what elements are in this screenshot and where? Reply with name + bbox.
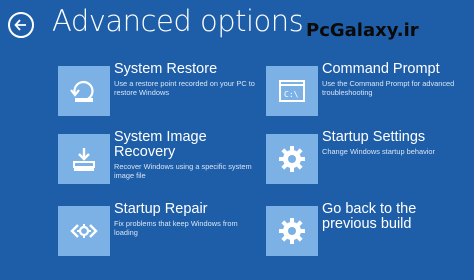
gear-icon [266, 134, 318, 184]
tile-description: Recover Windows using a specific system … [114, 162, 252, 180]
tile-description: Use a restore point recorded on your PC … [114, 79, 255, 97]
tile-system-restore[interactable]: System Restore Use a restore point recor… [58, 62, 262, 116]
tile-command-prompt[interactable]: C:\ Command Prompt Use the Command Promp… [266, 62, 470, 116]
tile-title: System Image Recovery [114, 129, 207, 160]
tile-system-image-recovery[interactable]: System Image Recovery Recover Windows us… [58, 130, 262, 184]
back-button[interactable] [8, 12, 34, 38]
tile-startup-repair[interactable]: Startup Repair Fix problems that keep Wi… [58, 202, 262, 256]
gear-icon [266, 206, 318, 256]
tile-title: System Restore [114, 61, 218, 77]
back-arrow-icon [14, 19, 26, 31]
svg-text:C:\: C:\ [284, 90, 299, 99]
tile-title: Startup Repair [114, 201, 208, 217]
tile-description: Fix problems that keep Windows from load… [114, 219, 238, 237]
tile-description: Use the Command Prompt for advanced trou… [322, 79, 455, 97]
system-image-recovery-icon [58, 134, 110, 184]
page-title: Advanced options [52, 4, 304, 38]
tile-title: Go back to the previous build [322, 201, 417, 232]
tile-title: Command Prompt [322, 61, 440, 77]
tile-title: Startup Settings [322, 129, 426, 145]
command-prompt-icon: C:\ [266, 66, 318, 116]
tile-go-back-previous-build[interactable]: Go back to the previous build [266, 202, 470, 256]
header: Advanced options PcGalaxy.ir [0, 0, 474, 56]
tile-description: Change Windows startup behavior [322, 147, 435, 156]
watermark: PcGalaxy.ir [306, 20, 419, 41]
system-restore-icon [58, 66, 110, 116]
startup-repair-icon [58, 206, 110, 256]
tile-startup-settings[interactable]: Startup Settings Change Windows startup … [266, 130, 470, 184]
